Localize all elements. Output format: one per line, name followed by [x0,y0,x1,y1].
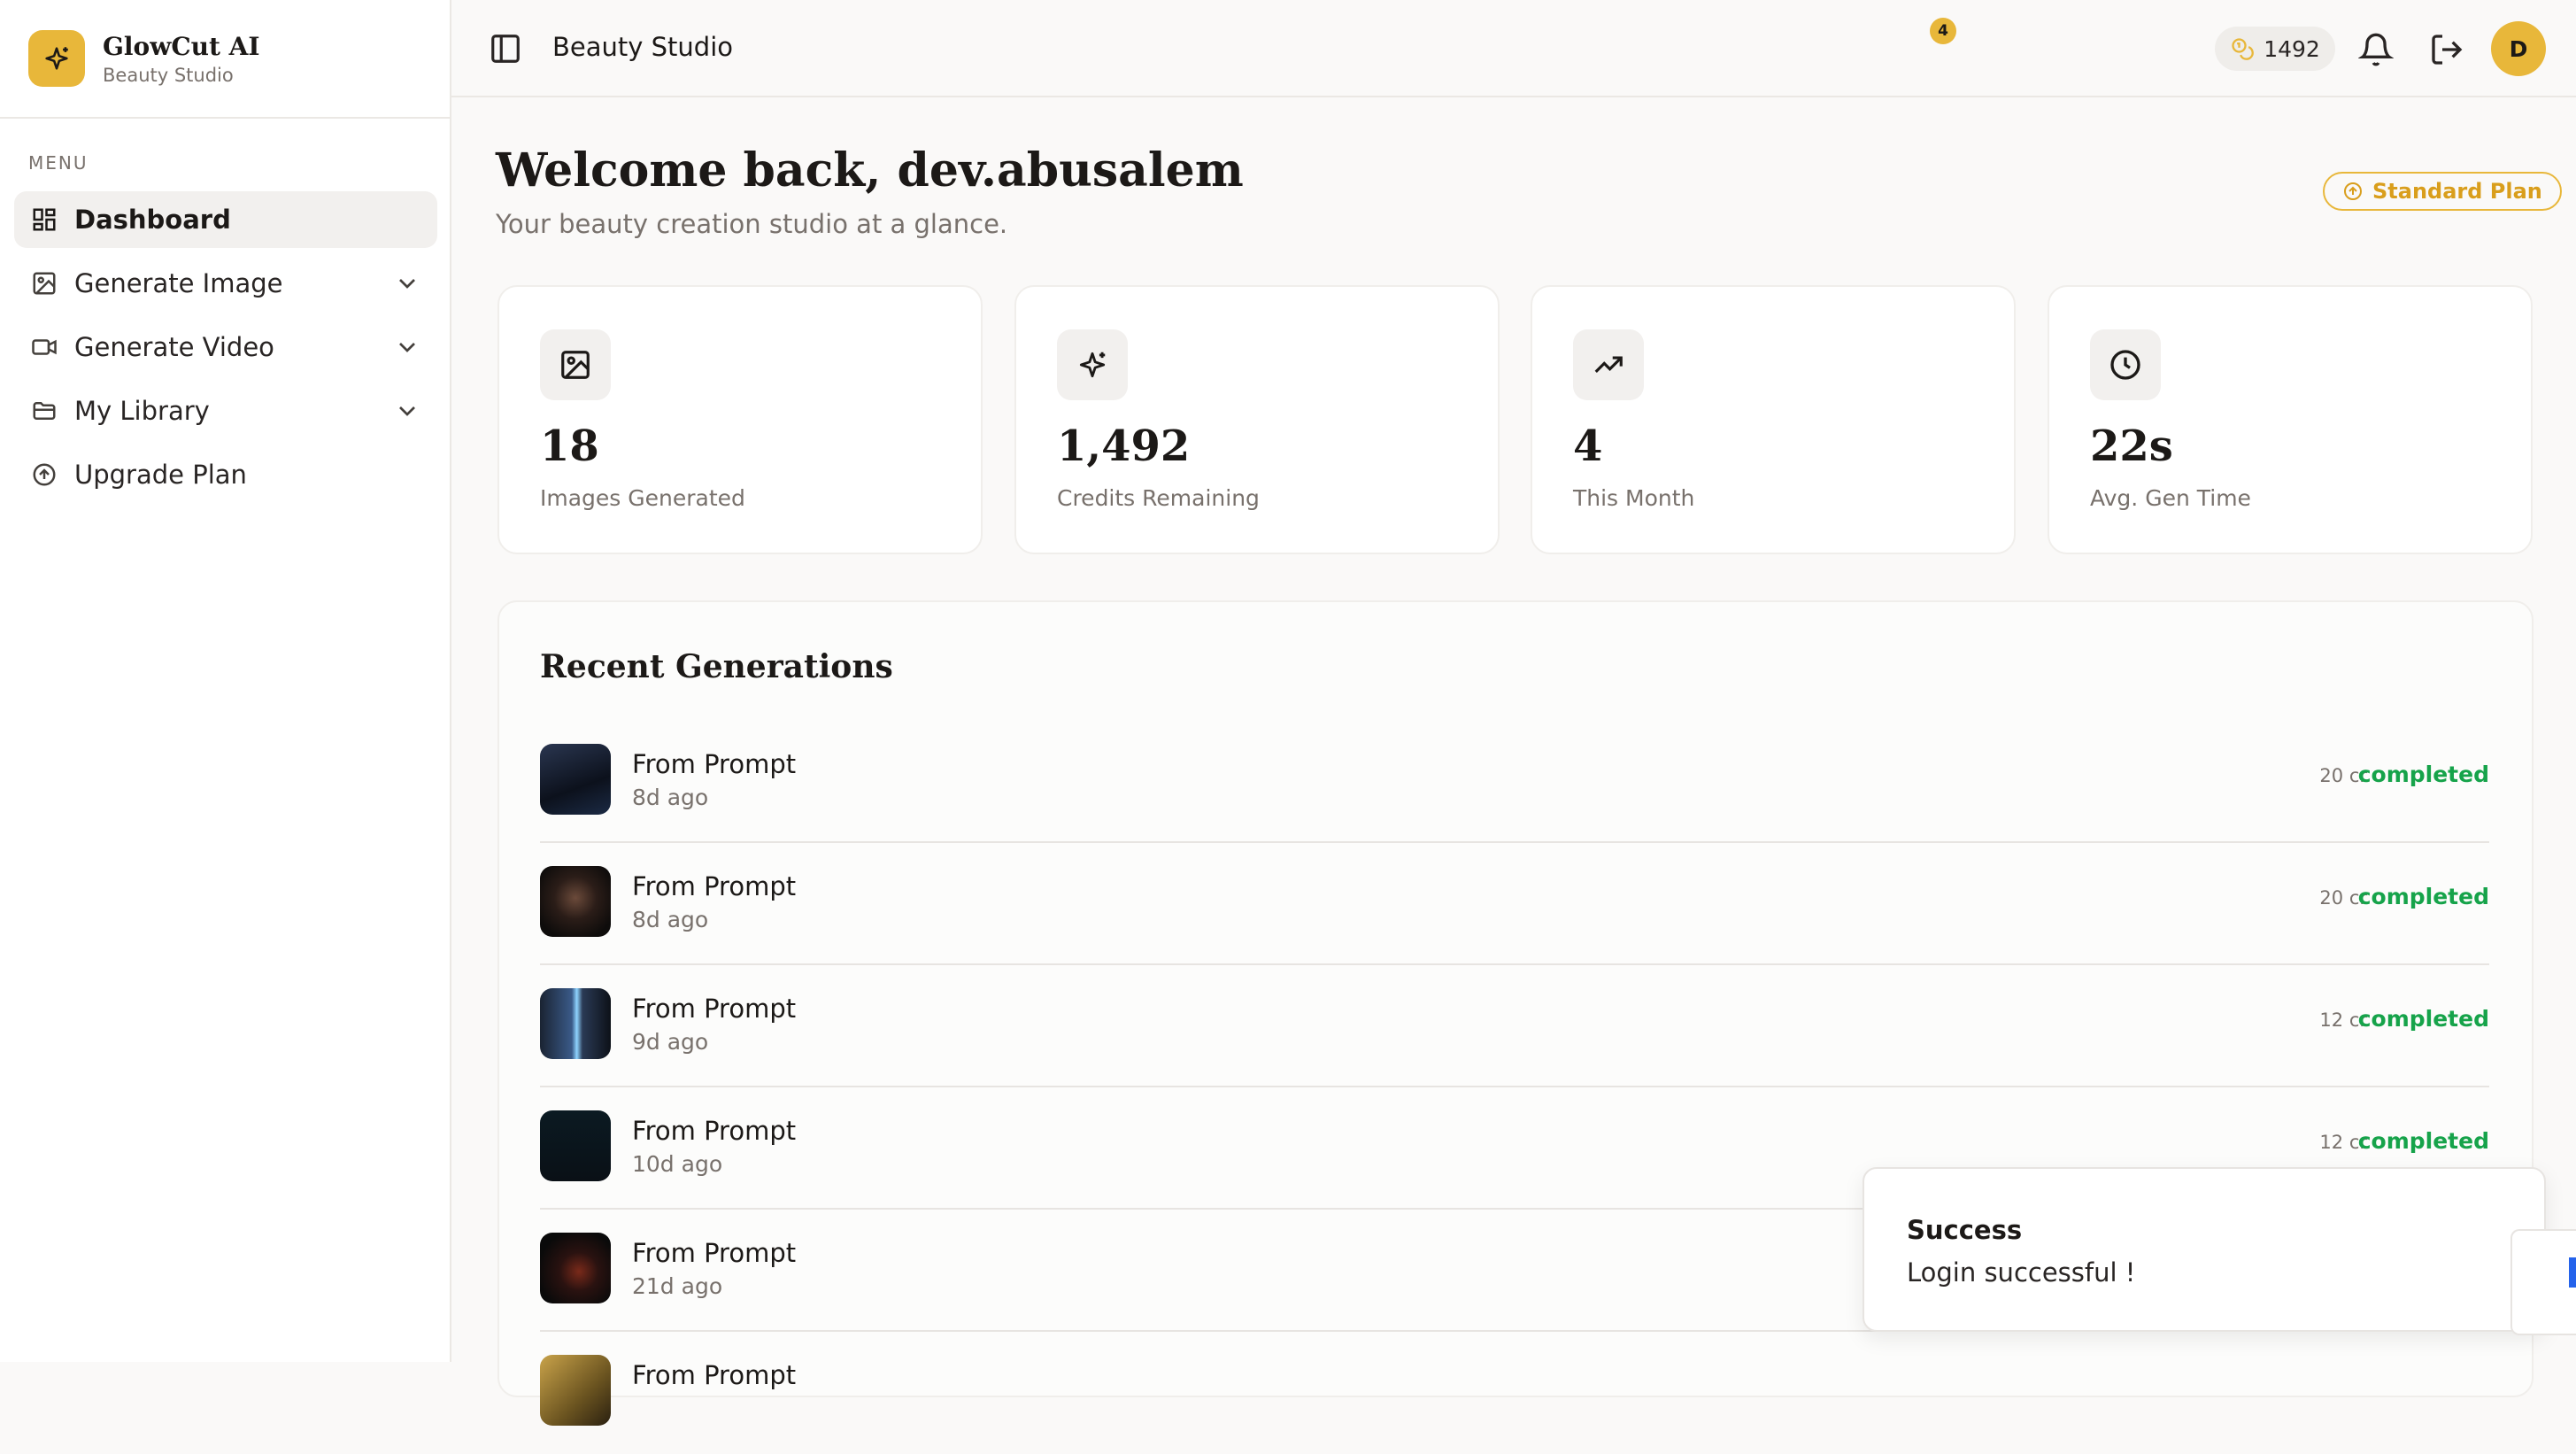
generation-title: From Prompt [632,994,797,1024]
logout-icon[interactable] [2429,32,2464,67]
generation-time: 8d ago [632,907,709,932]
stat-value: 1,492 [1057,422,1191,471]
generation-time: 8d ago [632,785,709,810]
status-badge: completed [2357,884,2489,909]
notification-badge: 4 [1930,18,1956,44]
brand[interactable]: GlowCut AI Beauty Studio [0,0,450,119]
credits-count: 1492 [2264,35,2320,62]
brand-subtitle: Beauty Studio [103,64,234,86]
coins-icon [2232,38,2255,60]
list-item[interactable]: From Prompt 8d ago 20 cr completed [540,843,2489,965]
status-badge: completed [2357,1128,2489,1154]
dashboard-icon [30,205,58,234]
sparkles-icon [28,30,85,87]
trending-up-icon [1573,329,1644,400]
success-toast[interactable]: Success Login successful ! [1863,1167,2546,1332]
video-icon [30,333,58,361]
sidebar-item-label: Generate Video [74,332,274,362]
stat-value: 4 [1573,422,1603,471]
plan-badge-label: Standard Plan [2372,179,2542,204]
sparkles-icon [1057,329,1128,400]
stat-card-month: 4 This Month [1531,285,2016,554]
top-header: Beauty Studio 1492 D [451,0,2576,97]
generation-time: 9d ago [632,1029,709,1055]
generation-title: From Prompt [632,1360,797,1390]
stat-card-credits: 1,492 Credits Remaining [1014,285,1500,554]
list-item[interactable]: From Prompt 9d ago 12 cr completed [540,965,2489,1087]
sidebar-item-label: Upgrade Plan [74,460,247,490]
generation-title: From Prompt [632,749,797,779]
image-icon [30,269,58,298]
clock-icon [2090,329,2161,400]
sidebar-item-my-library[interactable]: My Library [14,383,437,439]
sidebar-item-label: Dashboard [74,205,231,235]
stat-label: Credits Remaining [1057,485,1260,511]
chevron-down-icon[interactable] [393,397,421,425]
sidebar-nav: Dashboard Generate Image Generate Video … [14,191,437,510]
list-item[interactable]: From Prompt [540,1332,2489,1454]
bell-icon[interactable] [2358,32,2394,67]
status-badge: completed [2357,1006,2489,1032]
arrow-up-circle-icon [2344,182,2362,200]
generation-thumbnail [540,744,611,815]
generation-thumbnail [540,1355,611,1426]
stat-label: This Month [1573,485,1695,511]
toast-title: Success [1907,1215,2023,1245]
section-title: Recent Generations [540,648,893,685]
generation-thumbnail [540,988,611,1059]
widget-accent [2569,1257,2576,1288]
generation-thumbnail [540,1233,611,1303]
list-item[interactable]: From Prompt 8d ago 20 cr completed [540,721,2489,843]
sidebar-item-upgrade-plan[interactable]: Upgrade Plan [14,446,437,503]
floating-widget[interactable] [2510,1229,2576,1335]
avatar[interactable]: D [2491,21,2546,76]
header-title: Beauty Studio [552,32,734,62]
generation-title: From Prompt [632,1238,797,1268]
page-subtitle: Your beauty creation studio at a glance. [496,209,1008,239]
sidebar: GlowCut AI Beauty Studio MENU Dashboard … [0,0,451,1362]
generation-thumbnail [540,866,611,937]
generation-time: 21d ago [632,1273,723,1299]
page-title: Welcome back, dev.abusalem [496,143,1244,197]
brand-name: GlowCut AI [103,31,260,61]
sidebar-item-generate-video[interactable]: Generate Video [14,319,437,375]
status-badge: completed [2357,762,2489,787]
folder-icon [30,397,58,425]
arrow-up-circle-icon [30,460,58,489]
sidebar-item-dashboard[interactable]: Dashboard [14,191,437,248]
generation-title: From Prompt [632,871,797,901]
plan-badge[interactable]: Standard Plan [2323,172,2562,211]
stat-label: Images Generated [540,485,745,511]
chevron-down-icon[interactable] [393,269,421,298]
stat-label: Avg. Gen Time [2090,485,2251,511]
chevron-down-icon[interactable] [393,333,421,361]
stat-value: 22s [2090,422,2173,471]
image-icon [540,329,611,400]
sidebar-item-generate-image[interactable]: Generate Image [14,255,437,312]
generation-time: 10d ago [632,1151,723,1177]
generation-thumbnail [540,1110,611,1181]
sidebar-item-label: My Library [74,396,210,426]
toast-message: Login successful ! [1907,1257,2136,1288]
menu-label: MENU [28,152,89,174]
sidebar-toggle-icon[interactable] [489,32,522,66]
stat-value: 18 [540,422,599,471]
stat-card-avg-time: 22s Avg. Gen Time [2048,285,2533,554]
generation-title: From Prompt [632,1116,797,1146]
credits-pill[interactable]: 1492 [2215,27,2335,71]
stat-card-images: 18 Images Generated [497,285,983,554]
sidebar-item-label: Generate Image [74,268,283,298]
